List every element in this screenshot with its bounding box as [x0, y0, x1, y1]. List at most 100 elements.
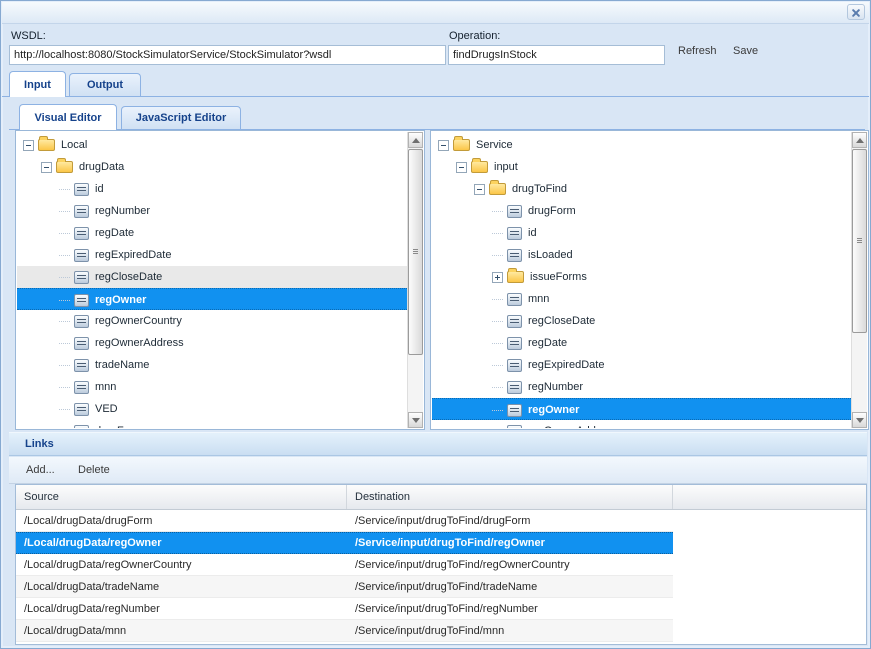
- field-icon: [507, 205, 522, 218]
- tree-node-regDate[interactable]: regDate: [432, 332, 851, 354]
- tree-node-drugData[interactable]: drugData: [17, 156, 407, 178]
- tree-node-regExpiredDate[interactable]: regExpiredDate: [432, 354, 851, 376]
- delete-link-button[interactable]: Delete: [75, 462, 113, 478]
- tree-node-label: isLoaded: [528, 249, 573, 261]
- tab-input[interactable]: Input: [9, 71, 66, 97]
- tree-node-issueForms[interactable]: issueForms: [432, 266, 851, 288]
- link-row[interactable]: /Local/drugData/drugForm/Service/input/d…: [16, 510, 673, 532]
- operation-input[interactable]: [448, 45, 665, 65]
- field-icon: [507, 315, 522, 328]
- tree-node-drugForm[interactable]: drugForm: [432, 200, 851, 222]
- folder-icon: [471, 161, 488, 173]
- tree-node-VED[interactable]: VED: [17, 398, 407, 420]
- tree-node-label: regExpiredDate: [95, 249, 171, 261]
- wsdl-label: WSDL:: [11, 30, 46, 42]
- tree-node-label: drugForm: [528, 205, 576, 217]
- collapse-icon[interactable]: [474, 184, 485, 195]
- collapse-icon[interactable]: [456, 162, 467, 173]
- tree-node-id[interactable]: id: [17, 178, 407, 200]
- scrollbar-thumb[interactable]: [408, 149, 423, 355]
- tree-connector: [59, 277, 70, 278]
- field-icon: [74, 381, 89, 394]
- link-row[interactable]: /Local/drugData/tradeName/Service/input/…: [16, 576, 673, 598]
- link-row[interactable]: /Local/drugData/regOwner/Service/input/d…: [16, 532, 673, 554]
- tree-connector: [59, 343, 70, 344]
- tree-connector: [59, 189, 70, 190]
- collapse-icon[interactable]: [23, 140, 34, 151]
- tree-node-regCloseDate[interactable]: regCloseDate: [432, 310, 851, 332]
- service-tree-panel: Service input drugToFind drugForm id isLoaded…: [430, 130, 869, 430]
- column-header-destination[interactable]: Destination: [347, 485, 673, 509]
- editor-tabstrip-divider: [9, 129, 865, 130]
- tree-node-regCloseDate[interactable]: regCloseDate: [17, 266, 407, 288]
- collapse-icon[interactable]: [438, 140, 449, 151]
- field-icon: [74, 249, 89, 262]
- links-grid: Source Destination /Local/drugData/drugF…: [15, 484, 867, 645]
- tab-output[interactable]: Output: [69, 73, 141, 97]
- tree-indent: [432, 345, 492, 346]
- tree-node-drugForm[interactable]: drugForm: [17, 420, 407, 428]
- field-icon: [507, 249, 522, 262]
- tree-node-regDate[interactable]: regDate: [17, 222, 407, 244]
- tree-connector: [492, 343, 503, 344]
- link-destination: /Service/input/drugToFind/tradeName: [347, 576, 673, 597]
- tree-indent: [432, 257, 492, 258]
- tab-visual-editor[interactable]: Visual Editor: [19, 104, 117, 130]
- save-button[interactable]: Save: [730, 43, 761, 59]
- tree-node-tradeName[interactable]: tradeName: [17, 354, 407, 376]
- scrollbar-track[interactable]: [407, 132, 423, 428]
- tree-node-regOwnerCountry[interactable]: regOwnerCountry: [17, 310, 407, 332]
- link-row[interactable]: /Local/drugData/mnn/Service/input/drugTo…: [16, 620, 673, 642]
- link-row[interactable]: /Local/drugData/regOwnerCountry/Service/…: [16, 554, 673, 576]
- scrollbar-thumb[interactable]: [852, 149, 867, 333]
- tree-node-label: id: [528, 227, 537, 239]
- tree-node-Local[interactable]: Local: [17, 134, 407, 156]
- links-grid-body: /Local/drugData/drugForm/Service/input/d…: [16, 510, 866, 644]
- folder-icon: [507, 271, 524, 283]
- tree-indent: [432, 235, 492, 236]
- link-destination: /Service/input/drugToFind/mnn: [347, 620, 673, 641]
- link-row[interactable]: /Local/drugData/regNumber/Service/input/…: [16, 598, 673, 620]
- tree-node-label: input: [494, 161, 518, 173]
- refresh-button[interactable]: Refresh: [675, 43, 720, 59]
- scroll-up-icon[interactable]: [852, 132, 867, 148]
- tree-connector: [59, 409, 70, 410]
- close-icon[interactable]: [847, 4, 865, 20]
- tree-connector: [59, 387, 70, 388]
- tree-node-regNumber[interactable]: regNumber: [432, 376, 851, 398]
- tree-node-regOwnerAddress[interactable]: regOwnerAddress: [17, 332, 407, 354]
- tree-node-regOwnerAddress[interactable]: regOwnerAddress: [432, 420, 851, 428]
- tree-node-regExpiredDate[interactable]: regExpiredDate: [17, 244, 407, 266]
- column-header-source[interactable]: Source: [16, 485, 347, 509]
- tree-node-regOwner[interactable]: regOwner: [432, 398, 851, 420]
- tree-node-label: mnn: [95, 381, 116, 393]
- tree-indent: [17, 345, 59, 346]
- scroll-up-icon[interactable]: [408, 132, 423, 148]
- link-destination: /Service/input/drugToFind/regOwnerCountr…: [347, 554, 673, 575]
- scroll-down-icon[interactable]: [852, 412, 867, 428]
- tree-node-input[interactable]: input: [432, 156, 851, 178]
- tree-node-drugToFind[interactable]: drugToFind: [432, 178, 851, 200]
- tree-node-isLoaded[interactable]: isLoaded: [432, 244, 851, 266]
- scrollbar-track[interactable]: [851, 132, 867, 428]
- tree-indent: [17, 323, 59, 324]
- add-link-button[interactable]: Add...: [23, 462, 58, 478]
- scroll-down-icon[interactable]: [408, 412, 423, 428]
- tree-node-mnn[interactable]: mnn: [432, 288, 851, 310]
- tree-node-mnn[interactable]: mnn: [17, 376, 407, 398]
- links-grid-header: Source Destination: [16, 485, 866, 510]
- link-destination: /Service/input/drugToFind/regNumber: [347, 598, 673, 619]
- tree-node-id[interactable]: id: [432, 222, 851, 244]
- tree-node-Service[interactable]: Service: [432, 134, 851, 156]
- tab-javascript-editor[interactable]: JavaScript Editor: [121, 106, 241, 130]
- collapse-icon[interactable]: [41, 162, 52, 173]
- tree-node-regOwner[interactable]: regOwner: [17, 288, 407, 310]
- tree-node-regNumber[interactable]: regNumber: [17, 200, 407, 222]
- tree-connector: [492, 299, 503, 300]
- wsdl-input[interactable]: [9, 45, 446, 65]
- expand-icon[interactable]: [492, 272, 503, 283]
- window-titlebar: [2, 2, 869, 24]
- tree-connector: [492, 321, 503, 322]
- operation-label: Operation:: [449, 30, 500, 42]
- links-panel-header: Links: [9, 432, 867, 456]
